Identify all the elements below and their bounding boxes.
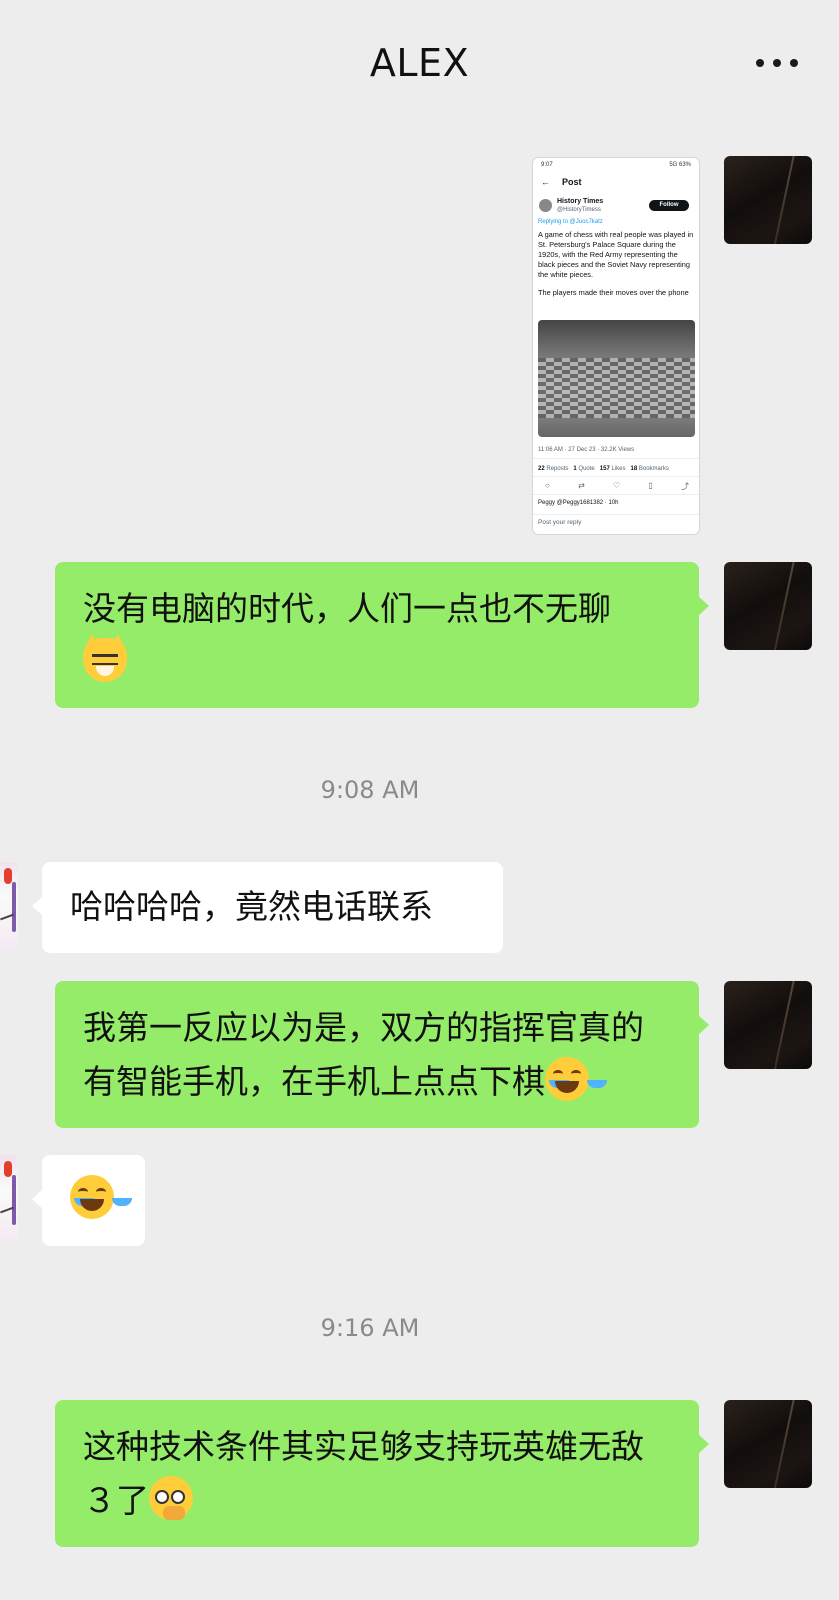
self-avatar[interactable]	[724, 981, 812, 1069]
message-bubble-self[interactable]: 这种技术条件其实足够支持玩英雄无敌３了	[55, 1400, 709, 1547]
status-bar: 9:07 5G 63%	[541, 162, 691, 168]
message-bubble-self[interactable]: 我第一反应以为是，双方的指挥官真的有智能手机，在手机上点点下棋	[55, 981, 709, 1128]
author-avatar	[539, 199, 552, 212]
follow-button: Follow	[649, 200, 689, 211]
more-dot	[790, 59, 798, 67]
like-icon: ♡	[612, 481, 621, 490]
message-bubble-other[interactable]: 哈哈哈哈，竟然电话联系	[32, 862, 503, 953]
bookmark-icon: ▯	[648, 481, 653, 490]
self-avatar[interactable]	[724, 1400, 812, 1488]
post-header: ← Post	[541, 177, 582, 187]
more-horizontal-icon	[756, 59, 764, 67]
author-handle: @HistoryTimess	[557, 207, 601, 213]
arrow-left-icon: ←	[541, 177, 550, 187]
post-reply-input: Post your reply	[538, 519, 582, 526]
laughing-tears-emoji-icon	[70, 1175, 114, 1219]
self-avatar[interactable]	[724, 156, 812, 244]
message-text: 没有电脑的时代，人们一点也不无聊	[83, 589, 611, 628]
more-options-button[interactable]	[752, 52, 802, 74]
message-bubble-other[interactable]	[32, 1155, 145, 1246]
repost-icon: ⇄	[578, 481, 585, 490]
reply-icon: ○	[545, 481, 550, 490]
message-text: 哈哈哈哈，竟然电话联系	[70, 887, 433, 926]
shared-screenshot-image[interactable]: 9:07 5G 63% ← Post History Times @HistoryT…	[532, 157, 700, 535]
post-meta: 11:06 AM · 27 Dec 23 · 32.2K Views	[538, 447, 635, 453]
other-avatar[interactable]	[0, 862, 18, 950]
chess-photo	[538, 320, 695, 437]
post-actions: ○ ⇄ ♡ ▯ ⤴	[545, 481, 689, 492]
laughing-tears-emoji-icon	[545, 1057, 589, 1101]
author-name: History Times	[557, 198, 604, 205]
reply-preview: Peggy @Peggy1681382 · 10h	[538, 500, 619, 506]
timestamp: 9:16 AM	[320, 1314, 420, 1342]
self-avatar[interactable]	[724, 562, 812, 650]
replying-to: Replying to @Juoc7katz	[538, 219, 603, 225]
thinking-emoji-icon	[149, 1476, 193, 1520]
other-avatar[interactable]	[0, 1155, 18, 1243]
post-text: A game of chess with real people was pla…	[538, 230, 694, 297]
message-bubble-self[interactable]: 没有电脑的时代，人们一点也不无聊	[55, 562, 709, 708]
more-dot	[773, 59, 781, 67]
timestamp: 9:08 AM	[320, 776, 420, 804]
share-icon: ⤴	[681, 482, 689, 491]
cat-emoji-icon	[83, 634, 127, 682]
chat-title: ALEX	[369, 41, 470, 85]
post-stats: 22 Reposts 1 Quote 157 Likes 18 Bookmark…	[538, 466, 669, 472]
